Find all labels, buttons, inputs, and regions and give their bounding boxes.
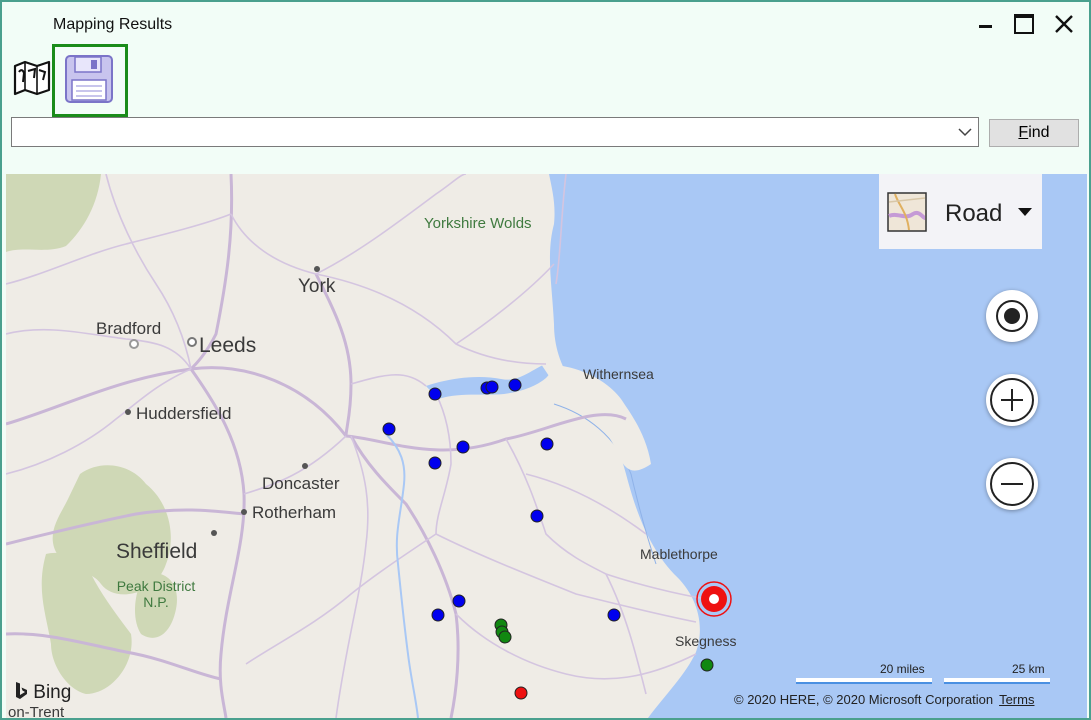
title-bar: Mapping Results	[2, 2, 1089, 46]
terms-link[interactable]: Terms	[999, 692, 1034, 707]
search-combobox[interactable]	[11, 117, 979, 147]
road-map-icon	[887, 192, 927, 232]
humber-estuary	[426, 364, 551, 399]
scale-bar-miles	[796, 678, 932, 684]
place-label: Skegness	[675, 633, 737, 649]
search-input[interactable]	[16, 122, 950, 144]
window-title: Mapping Results	[53, 16, 173, 33]
map-style-label: Road	[945, 200, 1003, 227]
place-label: Yorkshire Wolds	[424, 215, 532, 232]
bing-logo[interactable]: Bing	[14, 678, 71, 704]
mapping-results-window: Mapping Results Find Yorkshire Wolds Yor…	[0, 0, 1091, 720]
scale-bar-km	[944, 678, 1050, 684]
map-view[interactable]: Yorkshire Wolds York Bradford Leeds Hudd…	[6, 174, 1087, 718]
place-label: Mablethorpe	[640, 546, 718, 562]
save-button[interactable]	[52, 44, 128, 117]
locate-me-button[interactable]	[986, 290, 1038, 342]
locate-icon	[996, 300, 1028, 332]
search-row: Find	[11, 117, 1081, 149]
bing-label: Bing	[33, 682, 72, 703]
save-icon	[65, 55, 113, 103]
map-tool-button[interactable]	[13, 60, 53, 96]
place-label: Leeds	[199, 334, 257, 357]
map-canvas[interactable]	[6, 174, 1087, 718]
close-button[interactable]	[1048, 10, 1080, 40]
place-label: Rotherham	[252, 503, 337, 522]
place-label: on-Trent	[8, 704, 65, 718]
park-area	[6, 174, 101, 252]
map-icon	[13, 60, 51, 96]
plus-icon	[990, 378, 1034, 422]
place-label: York	[298, 276, 336, 297]
map-style-selector[interactable]: Road	[879, 174, 1042, 249]
maximize-button[interactable]	[1008, 10, 1040, 40]
zoom-out-button[interactable]	[986, 458, 1038, 510]
find-button-label: Find	[1018, 124, 1050, 141]
scale-miles-label: 20 miles	[880, 662, 925, 676]
scale-km-label: 25 km	[1012, 662, 1045, 676]
place-label: Sheffield	[116, 540, 198, 563]
maximize-icon	[1014, 14, 1034, 34]
minimize-button[interactable]	[970, 10, 1002, 40]
minus-icon	[990, 462, 1034, 506]
place-label: Doncaster	[262, 474, 340, 493]
place-label: Peak District N.P.	[116, 578, 196, 610]
zoom-in-button[interactable]	[986, 374, 1038, 426]
place-label: Bradford	[96, 319, 162, 338]
find-button[interactable]: Find	[989, 119, 1079, 147]
close-icon	[1055, 15, 1073, 33]
chevron-down-icon[interactable]	[958, 126, 972, 138]
map-copyright: © 2020 HERE, © 2020 Microsoft Corporatio…	[734, 692, 1034, 707]
place-label: Huddersfield	[136, 404, 232, 423]
bing-icon	[16, 682, 27, 699]
copyright-text: © 2020 HERE, © 2020 Microsoft Corporatio…	[734, 692, 994, 707]
minimize-icon	[979, 25, 992, 28]
caret-down-icon	[1018, 208, 1032, 216]
place-label: Withernsea	[583, 366, 654, 382]
river	[385, 433, 419, 718]
